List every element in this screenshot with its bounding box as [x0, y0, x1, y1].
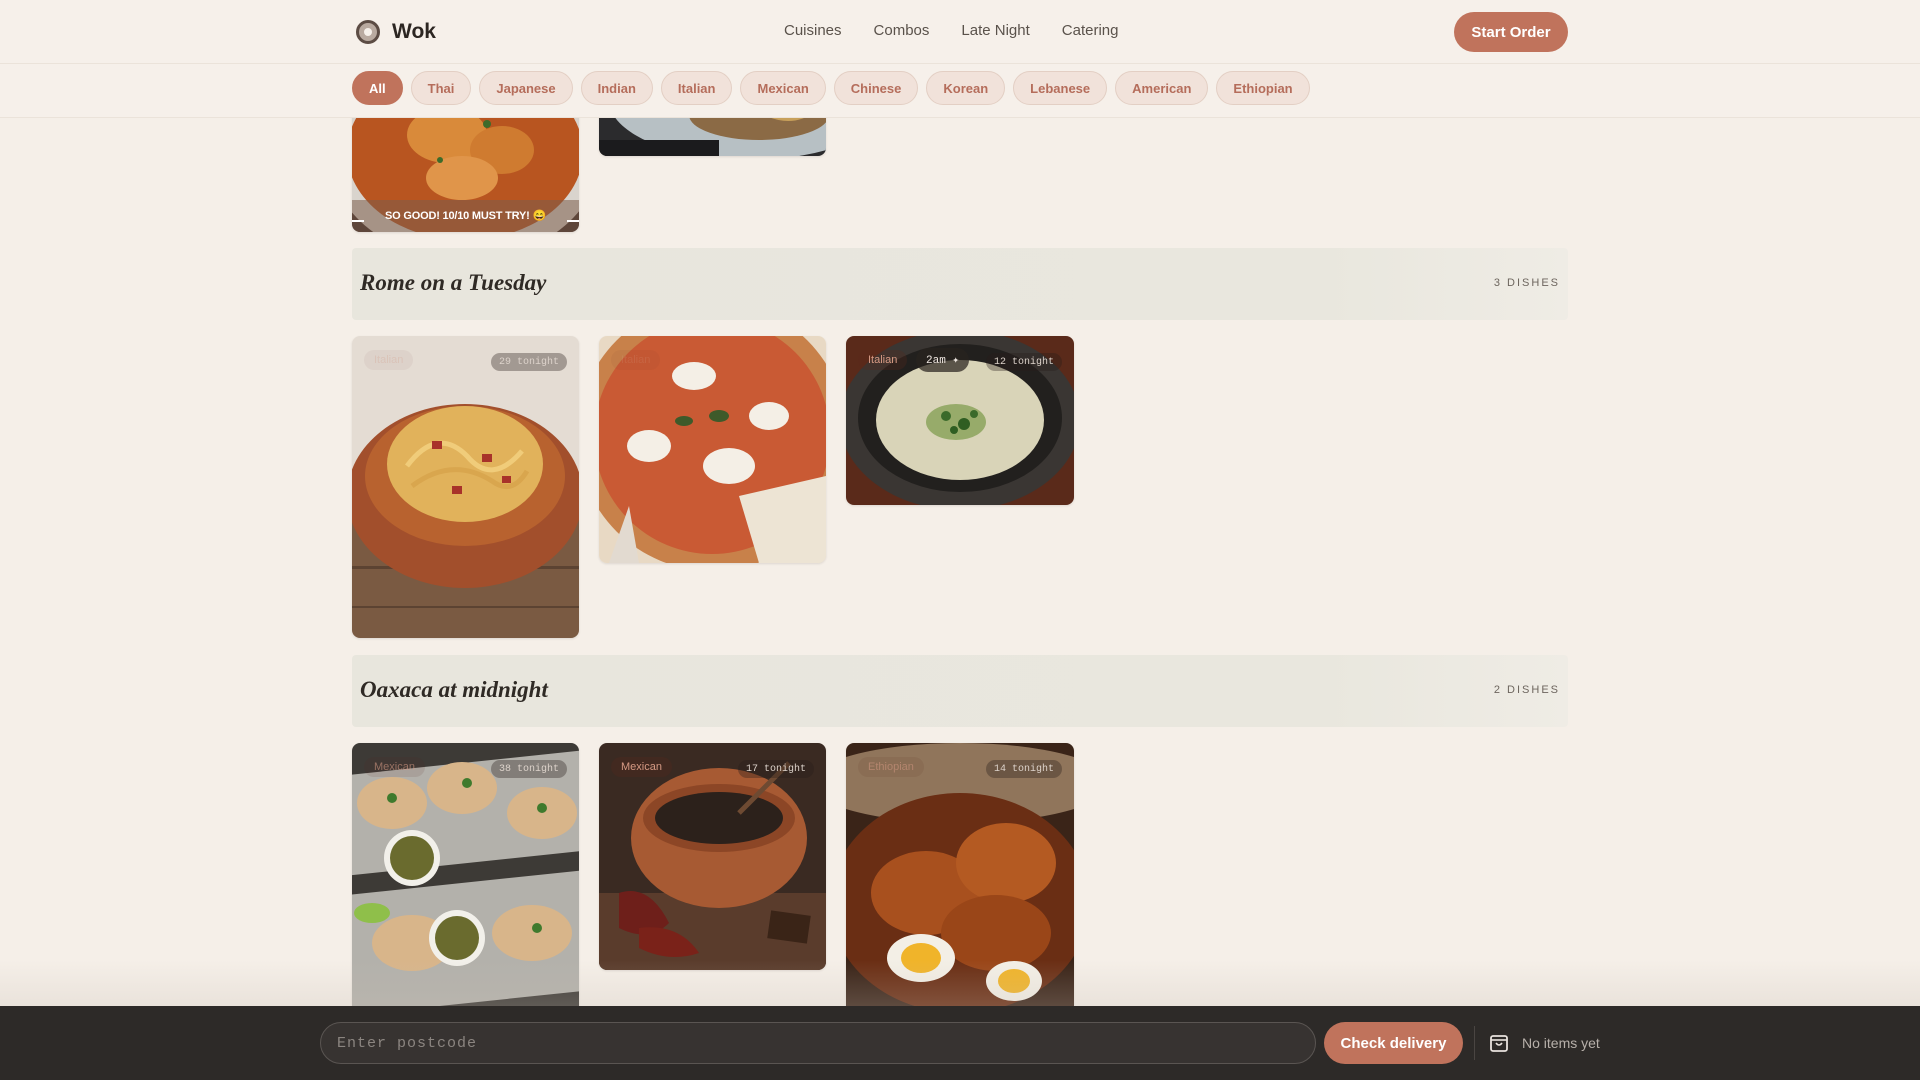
cuisine-tag: Italian — [611, 350, 661, 370]
start-order-button[interactable]: Start Order — [1454, 12, 1568, 52]
cuisine-tag: Italian — [364, 350, 414, 370]
filter-indian[interactable]: Indian — [580, 71, 653, 105]
cuisine-filter-bar: All Thai Japanese Indian Italian Mexican… — [0, 64, 1920, 118]
dish-card-soup[interactable]: Italian 2am ✦ 12 tonight — [846, 336, 1074, 505]
dish-card-carbonara[interactable]: Italian 29 tonight — [352, 336, 579, 638]
filter-italian[interactable]: Italian — [660, 71, 733, 105]
late-night-badge: 2am ✦ — [916, 348, 970, 372]
orders-tonight-badge: 14 tonight — [985, 760, 1062, 778]
carbonara-photo — [352, 336, 579, 638]
orders-tonight-badge: 17 tonight — [737, 760, 814, 778]
filter-american[interactable]: American — [1115, 71, 1209, 105]
wok-logo-icon — [356, 20, 380, 44]
filter-all[interactable]: All — [352, 71, 403, 105]
filter-ethiopian[interactable]: Ethiopian — [1216, 71, 1310, 105]
brand[interactable]: Wok — [356, 20, 436, 44]
nav-cuisines[interactable]: Cuisines — [784, 22, 842, 39]
dish-card-pizza[interactable]: Italian — [599, 336, 826, 563]
section-header-oaxaca: Oaxaca at midnight 2 DISHES — [352, 655, 1568, 727]
filter-chinese[interactable]: Chinese — [833, 71, 919, 105]
orders-tonight-badge: 12 tonight — [985, 353, 1062, 371]
cuisine-tag: Mexican — [611, 757, 672, 777]
pizza-photo — [599, 336, 826, 563]
top-navigation: Wok Cuisines Combos Late Night Catering … — [0, 0, 1920, 64]
filter-lebanese[interactable]: Lebanese — [1013, 71, 1108, 105]
section-header-rome: Rome on a Tuesday 3 DISHES — [352, 248, 1568, 320]
section-title: Rome on a Tuesday — [360, 270, 547, 295]
filter-korean[interactable]: Korean — [926, 71, 1006, 105]
shopping-bag-icon — [1490, 1035, 1508, 1052]
nav-catering[interactable]: Catering — [1062, 22, 1119, 39]
filter-thai[interactable]: Thai — [410, 71, 472, 105]
cuisine-tag: Mexican — [364, 757, 425, 777]
orders-tonight-badge: 38 tonight — [490, 760, 567, 778]
cart-status: No items yet — [1522, 1035, 1600, 1051]
photo-caption: SO GOOD! 10/10 MUST TRY! 😄 — [385, 210, 546, 222]
postcode-input[interactable] — [320, 1022, 1316, 1064]
section-dish-count: 2 DISHES — [1493, 684, 1560, 696]
cuisine-filters: All Thai Japanese Indian Italian Mexican… — [352, 71, 1310, 105]
orders-tonight-badge: 29 tonight — [490, 353, 567, 371]
nav-combos[interactable]: Combos — [874, 22, 930, 39]
filter-japanese[interactable]: Japanese — [479, 71, 573, 105]
delivery-bar: Check delivery No items yet — [0, 1006, 1920, 1080]
cuisine-tag: Italian — [858, 350, 908, 370]
cart-summary[interactable]: No items yet — [1488, 1032, 1600, 1054]
filter-mexican[interactable]: Mexican — [740, 71, 826, 105]
brand-name: Wok — [392, 20, 436, 43]
main-nav: Cuisines Combos Late Night Catering — [784, 22, 1118, 39]
footer-divider — [1474, 1026, 1475, 1060]
section-title: Oaxaca at midnight — [360, 677, 548, 702]
nav-late-night[interactable]: Late Night — [961, 22, 1029, 39]
check-delivery-button[interactable]: Check delivery — [1324, 1022, 1463, 1064]
dish-card-mole[interactable]: Mexican 17 tonight — [599, 743, 826, 970]
section-dish-count: 3 DISHES — [1493, 277, 1560, 289]
cuisine-tag: Ethiopian — [858, 757, 924, 777]
scroll-fade — [0, 960, 1920, 1006]
